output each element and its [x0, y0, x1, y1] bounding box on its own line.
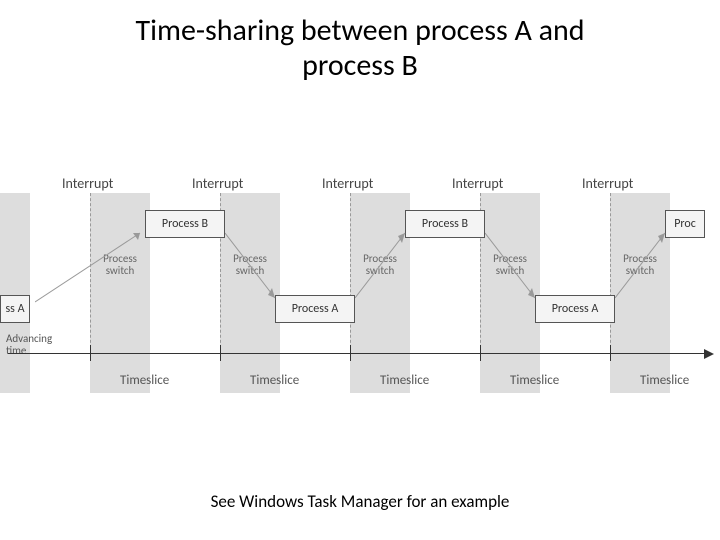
axis-tick — [90, 345, 91, 361]
interrupt-label: Interrupt — [582, 175, 633, 192]
interrupt-line — [610, 193, 611, 353]
switch-arrow-icon — [355, 230, 410, 305]
axis-tick — [220, 345, 221, 361]
interrupt-line — [350, 193, 351, 353]
time-axis — [8, 353, 712, 354]
interrupt-label: Interrupt — [452, 175, 503, 192]
interrupt-label: Interrupt — [322, 175, 373, 192]
diagram: Interrupt Interrupt Interrupt Interrupt … — [0, 175, 720, 420]
caption: See Windows Task Manager for an example — [0, 491, 720, 512]
switch-arrow-icon — [615, 230, 670, 305]
process-a-box: Process A — [275, 295, 355, 323]
page-title: Time-sharing between process A and proce… — [0, 0, 720, 83]
title-line-2: process B — [302, 47, 418, 84]
axis-tick — [610, 345, 611, 361]
switch-arrow-icon — [225, 230, 280, 305]
timeslice-label: Timeslice — [640, 373, 689, 388]
title-line-1: Time-sharing between process A and — [135, 12, 584, 49]
timeslice-label: Timeslice — [380, 373, 429, 388]
process-b-box: Process B — [145, 210, 225, 238]
axis-tick — [480, 345, 481, 361]
interrupt-label: Interrupt — [192, 175, 243, 192]
process-b-box: Process B — [405, 210, 485, 238]
gap-band — [0, 193, 30, 393]
timeslice-label: Timeslice — [510, 373, 559, 388]
timeslice-label: Timeslice — [250, 373, 299, 388]
process-box-truncated: Proc — [665, 210, 705, 238]
switch-arrow-icon — [485, 230, 540, 305]
interrupt-label: Interrupt — [62, 175, 113, 192]
process-a-box: ss A — [0, 295, 30, 323]
process-a-box: Process A — [535, 295, 615, 323]
axis-tick — [350, 345, 351, 361]
timeslice-label: Timeslice — [120, 373, 169, 388]
switch-arrow-icon — [35, 230, 145, 305]
